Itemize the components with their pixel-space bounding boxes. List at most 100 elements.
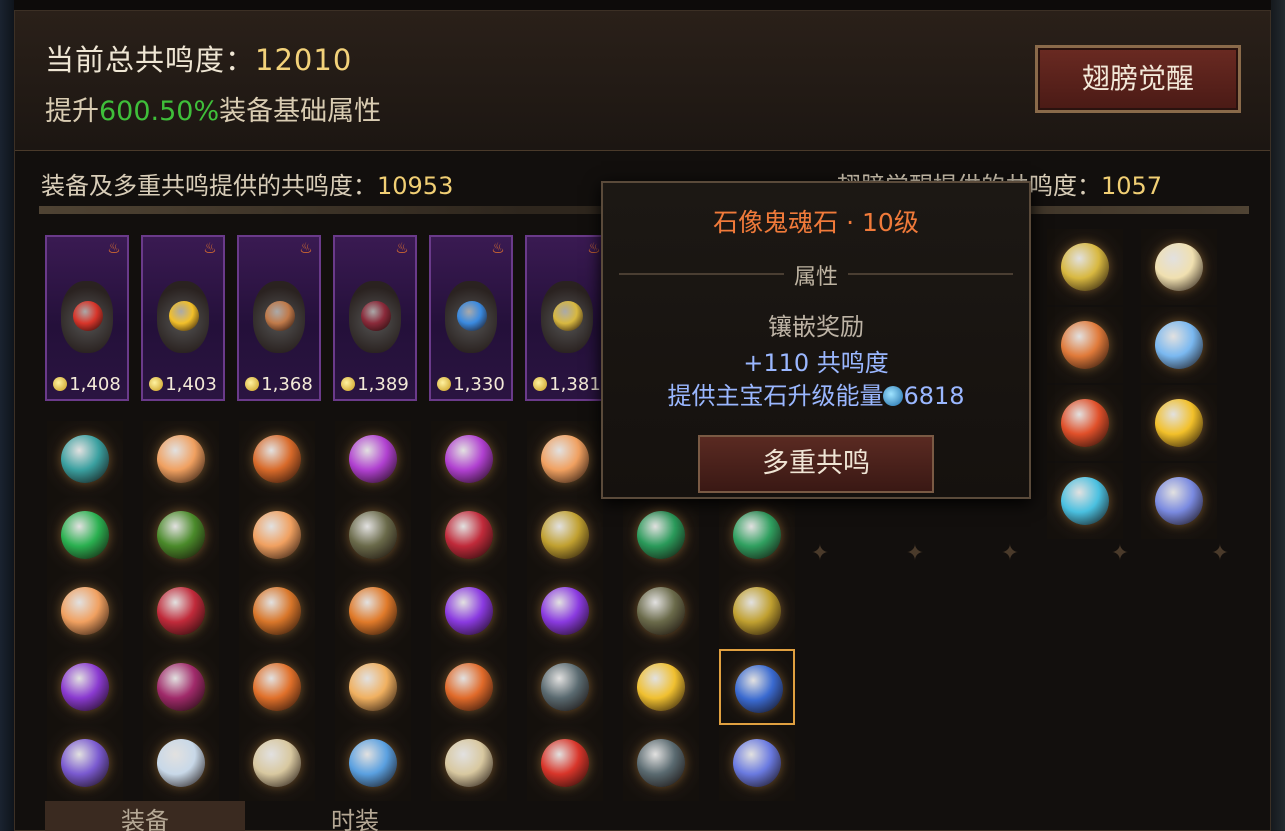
gem-slot[interactable] bbox=[143, 421, 219, 497]
wing-gem-slot[interactable] bbox=[1141, 307, 1217, 383]
gem-icon bbox=[1061, 399, 1109, 447]
gem-icon bbox=[637, 663, 685, 711]
equipment-gem bbox=[265, 301, 295, 331]
gem-slot[interactable] bbox=[431, 497, 507, 573]
total-resonance-label: 当前总共鸣度： bbox=[45, 43, 256, 77]
gem-slot[interactable] bbox=[47, 649, 123, 725]
gem-slot[interactable] bbox=[239, 421, 315, 497]
gem-icon bbox=[349, 435, 397, 483]
equipment-score: 1,381 bbox=[527, 374, 607, 395]
equipment-score-value: 1,368 bbox=[261, 374, 313, 395]
wing-gem-slot[interactable] bbox=[1047, 385, 1123, 461]
tooltip-energy-label: 提供主宝石升级能量 bbox=[667, 382, 884, 410]
gem-slot[interactable] bbox=[527, 421, 603, 497]
equipment-card[interactable]: ♨ 1,403 bbox=[141, 235, 225, 401]
tab-fashion[interactable]: 时装 bbox=[255, 801, 455, 831]
gem-slot[interactable] bbox=[239, 497, 315, 573]
background-left bbox=[0, 0, 14, 831]
wing-gem-slot[interactable] bbox=[1141, 385, 1217, 461]
equipment-gem bbox=[361, 301, 391, 331]
rune-icon: ✦ bbox=[1210, 541, 1230, 566]
bonus-percent: 600.50% bbox=[99, 96, 220, 127]
gem-slot[interactable] bbox=[431, 573, 507, 649]
gem-icon bbox=[445, 435, 493, 483]
gem-slot[interactable] bbox=[239, 649, 315, 725]
gem-slot[interactable] bbox=[623, 725, 699, 801]
gem-slot[interactable] bbox=[47, 573, 123, 649]
equipment-score-value: 1,403 bbox=[165, 374, 217, 395]
gem-slot[interactable] bbox=[623, 497, 699, 573]
gem-slot[interactable] bbox=[527, 573, 603, 649]
gem-icon bbox=[541, 511, 589, 559]
equip-resonance-value: 10953 bbox=[377, 172, 454, 200]
equipment-score: 1,403 bbox=[143, 374, 223, 395]
gem-slot[interactable] bbox=[719, 497, 795, 573]
gem-slot[interactable] bbox=[527, 649, 603, 725]
equipment-card[interactable]: ♨ 1,408 bbox=[45, 235, 129, 401]
gem-slot[interactable] bbox=[719, 725, 795, 801]
gem-slot[interactable] bbox=[239, 573, 315, 649]
gem-slot[interactable] bbox=[143, 573, 219, 649]
gem-icon bbox=[1061, 477, 1109, 525]
equipment-card[interactable]: ♨ 1,381 bbox=[525, 235, 609, 401]
gem-slot[interactable] bbox=[335, 497, 411, 573]
gem-slot[interactable] bbox=[527, 497, 603, 573]
rune-icon: ✦ bbox=[1110, 541, 1130, 566]
gem-slot[interactable] bbox=[431, 421, 507, 497]
resonance-panel: 当前总共鸣度：12010 提升600.50%装备基础属性 翅膀觉醒 装备及多重共… bbox=[14, 10, 1271, 831]
gem-slot[interactable] bbox=[719, 649, 795, 725]
gem-slot[interactable] bbox=[143, 497, 219, 573]
equipment-card[interactable]: ♨ 1,368 bbox=[237, 235, 321, 401]
gem-slot[interactable] bbox=[623, 573, 699, 649]
flame-badge-icon: ♨ bbox=[491, 239, 505, 257]
equipment-card[interactable]: ♨ 1,330 bbox=[429, 235, 513, 401]
flame-badge-icon: ♨ bbox=[299, 239, 313, 257]
gem-slot[interactable] bbox=[47, 725, 123, 801]
coin-icon bbox=[533, 377, 548, 391]
coin-icon bbox=[341, 377, 356, 391]
wing-gem-slot[interactable] bbox=[1047, 307, 1123, 383]
gem-slot[interactable] bbox=[143, 725, 219, 801]
tooltip-energy-line: 提供主宝石升级能量 6818 bbox=[603, 376, 1029, 411]
gem-icon bbox=[157, 663, 205, 711]
rune-icon: ✦ bbox=[1000, 541, 1020, 566]
gem-icon bbox=[253, 435, 301, 483]
gem-icon bbox=[541, 587, 589, 635]
wing-awaken-button[interactable]: 翅膀觉醒 bbox=[1035, 45, 1241, 113]
gem-icon bbox=[445, 587, 493, 635]
gem-slot[interactable] bbox=[143, 649, 219, 725]
gem-slot[interactable] bbox=[47, 421, 123, 497]
gem-slot[interactable] bbox=[47, 497, 123, 573]
wing-gem-slot[interactable] bbox=[1141, 229, 1217, 305]
gem-slot[interactable] bbox=[335, 649, 411, 725]
gem-slot[interactable] bbox=[335, 573, 411, 649]
gem-icon bbox=[637, 739, 685, 787]
gem-slot[interactable] bbox=[431, 649, 507, 725]
gem-slot[interactable] bbox=[431, 725, 507, 801]
tooltip-inlay-bonus: 镶嵌奖励 bbox=[768, 313, 864, 341]
coin-icon bbox=[245, 377, 260, 391]
gem-slot[interactable] bbox=[335, 725, 411, 801]
wing-gem-slot[interactable] bbox=[1047, 229, 1123, 305]
gem-icon bbox=[735, 665, 783, 713]
multi-resonance-button[interactable]: 多重共鸣 bbox=[698, 435, 934, 493]
wing-gem-slot[interactable] bbox=[1141, 463, 1217, 539]
tooltip-resonance-bonus: +110 共鸣度 bbox=[743, 349, 889, 377]
equipment-score-value: 1,408 bbox=[69, 374, 121, 395]
gem-slot[interactable] bbox=[719, 573, 795, 649]
gem-icon bbox=[349, 511, 397, 559]
gem-icon bbox=[61, 587, 109, 635]
gem-slot[interactable] bbox=[527, 725, 603, 801]
wing-gem-slot[interactable] bbox=[1047, 463, 1123, 539]
equipment-card[interactable]: ♨ 1,389 bbox=[333, 235, 417, 401]
tab-equipment[interactable]: 装备 bbox=[45, 801, 245, 831]
bonus-text: 提升600.50%装备基础属性 bbox=[45, 89, 381, 128]
gem-slot[interactable] bbox=[623, 649, 699, 725]
tooltip-energy-value: 6818 bbox=[903, 382, 965, 410]
gem-icon bbox=[253, 587, 301, 635]
rune-icon: ✦ bbox=[905, 541, 925, 566]
equipment-score: 1,368 bbox=[239, 374, 319, 395]
gem-slot[interactable] bbox=[239, 725, 315, 801]
gem-icon bbox=[157, 435, 205, 483]
gem-slot[interactable] bbox=[335, 421, 411, 497]
